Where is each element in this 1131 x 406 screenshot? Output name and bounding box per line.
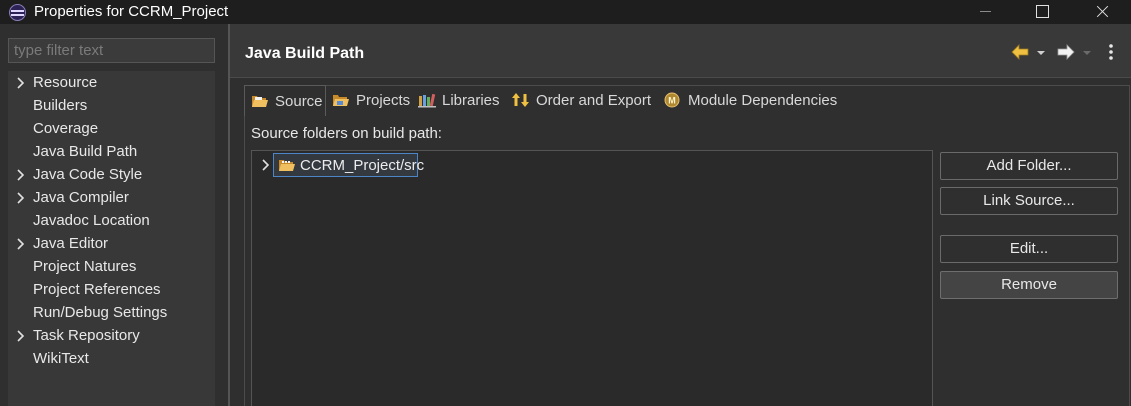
source-folders-label: Source folders on build path: [251,125,442,142]
sidebar-item-label: Builders [33,97,88,114]
sidebar-item-label: Task Repository [33,327,140,344]
close-button[interactable] [1079,0,1125,24]
source-folder-label: CCRM_Project/src [300,157,425,174]
sidebar-item-label: Javadoc Location [33,212,150,229]
sidebar-item-java-build-path[interactable]: Java Build Path [8,141,215,164]
chevron-right-icon[interactable] [15,191,25,205]
sidebar-item-project-natures[interactable]: Project Natures [8,256,215,279]
tab-label: Libraries [442,92,500,109]
minimize-button[interactable] [963,0,1009,24]
dropdown-icon[interactable] [1082,42,1092,62]
sidebar-item-wikitext[interactable]: WikiText [8,348,215,371]
libraries-icon [418,93,436,108]
sidebar-item-builders[interactable]: Builders [8,95,215,118]
sidebar-item-label: Coverage [33,120,99,137]
properties-tree: Resource Builders Coverage Java Build Pa… [8,71,215,406]
remove-button[interactable]: Remove [940,271,1118,299]
sidebar-item-label: Java Compiler [33,189,129,206]
package-folder-icon [279,160,295,171]
forward-arrow-icon[interactable] [1056,42,1076,62]
tab-label: Source [275,93,323,110]
sidebar-item-label: Run/Debug Settings [33,304,168,321]
maximize-button[interactable] [1019,0,1065,24]
eclipse-icon [9,4,26,21]
sidebar-item-label: Project References [33,281,161,298]
tab-libraries[interactable]: Libraries [412,85,504,115]
more-vertical-icon[interactable] [1106,42,1116,62]
module-icon: M [664,92,680,108]
link-source-button[interactable]: Link Source... [940,187,1118,215]
sidebar-item-task-repository[interactable]: Task Repository [8,325,215,348]
chevron-right-icon[interactable] [15,237,25,251]
projects-icon [333,95,349,106]
sidebar-item-run-debug-settings[interactable]: Run/Debug Settings [8,302,215,325]
sidebar-item-java-compiler[interactable]: Java Compiler [8,187,215,210]
tab-source[interactable]: Source [244,85,326,116]
svg-text:M: M [668,96,676,106]
tab-label: Module Dependencies [688,92,838,109]
sidebar-item-project-references[interactable]: Project References [8,279,215,302]
tab-label: Order and Export [536,92,652,109]
edit-button[interactable]: Edit... [940,235,1118,263]
source-folder-icon [252,96,268,107]
page-title: Java Build Path [245,45,365,62]
tree-item-source-folder[interactable]: CCRM_Project/src [273,153,424,177]
window-title: Properties for CCRM_Project [34,3,229,20]
header-divider [230,77,1131,78]
title-bar: Properties for CCRM_Project [0,0,1131,24]
order-export-icon [512,93,529,107]
chevron-right-icon[interactable] [15,168,25,182]
page-header: Java Build Path [230,24,1131,77]
filter-input[interactable] [8,38,215,63]
chevron-right-icon[interactable] [15,329,25,343]
property-page: Java Build Path Source Projects Librarie… [230,24,1131,406]
chevron-right-icon[interactable] [260,158,270,172]
dropdown-icon[interactable] [1036,42,1046,62]
sidebar-item-java-code-style[interactable]: Java Code Style [8,164,215,187]
tab-projects[interactable]: Projects [326,85,412,115]
tab-label: Projects [356,92,411,109]
source-folders-tree[interactable]: CCRM_Project/src [251,150,933,406]
sidebar-item-label: Project Natures [33,258,137,275]
sidebar-item-javadoc-location[interactable]: Javadoc Location [8,210,215,233]
tab-order-and-export[interactable]: Order and Export [506,85,658,115]
sidebar-item-label: Java Code Style [33,166,143,183]
sidebar-item-coverage[interactable]: Coverage [8,118,215,141]
sidebar-item-label: WikiText [33,350,89,367]
tab-bar: Source Projects Libraries Order and Expo… [244,85,1130,116]
back-arrow-icon[interactable] [1010,42,1030,62]
tab-module-dependencies[interactable]: M Module Dependencies [658,85,848,115]
sidebar-item-label: Resource [33,74,98,91]
sidebar-item-label: Java Editor [33,235,109,252]
sidebar-item-java-editor[interactable]: Java Editor [8,233,215,256]
sidebar-item-resource[interactable]: Resource [8,72,215,95]
chevron-right-icon[interactable] [15,76,25,90]
properties-sidebar: Resource Builders Coverage Java Build Pa… [0,24,228,406]
sidebar-item-label: Java Build Path [33,143,138,160]
add-folder-button[interactable]: Add Folder... [940,152,1118,180]
